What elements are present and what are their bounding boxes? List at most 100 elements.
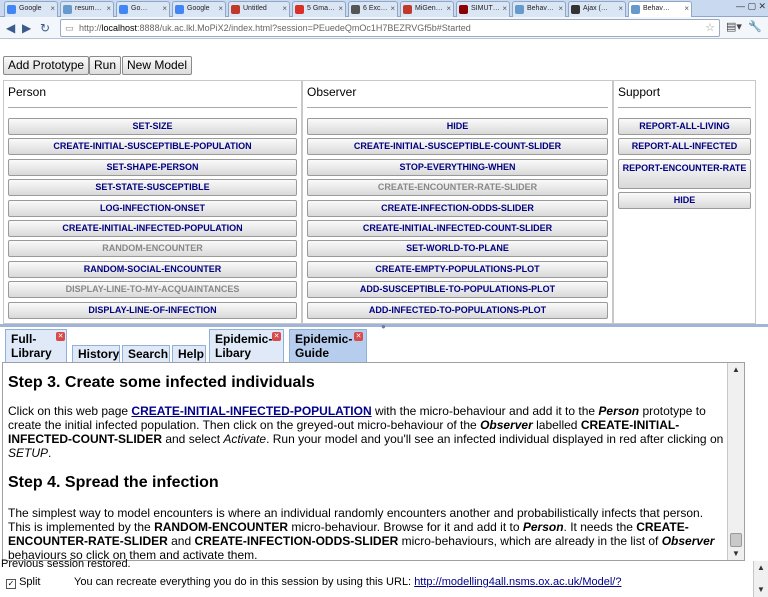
tab-epidemic-guide[interactable]: Epidemic- Guide ✕: [289, 329, 367, 363]
browser-tab-title: Behav…: [527, 5, 554, 12]
browser-tab[interactable]: Behav… ×: [628, 1, 692, 18]
tab-label: Search: [128, 347, 169, 361]
reload-icon[interactable]: ↻: [40, 20, 50, 36]
text: with the micro-behaviour and add it to t…: [371, 404, 599, 418]
micro-behaviour-create-initial-infected-count-slider[interactable]: CREATE-INITIAL-INFECTED-COUNT-SLIDER: [307, 220, 608, 237]
micro-behaviour-report-all-living[interactable]: REPORT-ALL-LIVING: [618, 118, 751, 135]
browser-tab[interactable]: MiGen… ×: [400, 1, 454, 17]
micro-behaviour-create-initial-susceptible-population[interactable]: CREATE-INITIAL-SUSCEPTIBLE-POPULATION: [8, 138, 297, 156]
new-model-button[interactable]: New Model: [122, 56, 193, 75]
bookmark-star-icon[interactable]: ☆: [705, 20, 715, 36]
page-menu-icon[interactable]: ▤▾: [726, 20, 742, 33]
close-tab-icon[interactable]: ×: [106, 2, 111, 16]
tab-search[interactable]: Search: [122, 345, 170, 363]
run-button[interactable]: Run: [89, 56, 122, 75]
micro-behaviour-random-social-encounter[interactable]: RANDOM-SOCIAL-ENCOUNTER: [8, 260, 297, 278]
micro-behaviour-set-state-susceptible[interactable]: SET-STATE-SUSCEPTIBLE: [8, 179, 297, 197]
micro-behaviour-log-infection-onset[interactable]: LOG-INFECTION-ONSET: [8, 199, 297, 217]
micro-behaviour-report-encounter-rate[interactable]: REPORT-ENCOUNTER-RATE: [618, 158, 751, 189]
scroll-thumb[interactable]: [730, 533, 742, 547]
close-tab-icon[interactable]: ×: [338, 2, 343, 16]
forward-icon[interactable]: ▶: [22, 20, 31, 36]
micro-behaviour-display-line-to-my-acquaintances[interactable]: DISPLAY-LINE-TO-MY-ACQUAINTANCES: [8, 281, 297, 299]
status-message: Previous session restored.: [1, 558, 131, 570]
wrench-icon[interactable]: 🔧: [748, 20, 762, 33]
scroll-down-icon[interactable]: ▼: [757, 585, 765, 594]
split-label: Split: [19, 576, 41, 588]
tab-label: Epidemic- Guide: [295, 332, 353, 360]
step-4-paragraph: The simplest way to model encounters is …: [8, 506, 728, 560]
browser-tab-title: Ajax (…: [583, 5, 608, 12]
browser-tab[interactable]: Go… ×: [116, 1, 170, 17]
favicon-icon: [515, 5, 524, 14]
micro-behaviour-display-line-of-infection[interactable]: DISPLAY-LINE-OF-INFECTION: [8, 301, 297, 319]
browser-tab[interactable]: Untitled ×: [228, 1, 290, 17]
browser-tab[interactable]: SIMUT… ×: [456, 1, 510, 17]
micro-behaviour-set-size[interactable]: SET-SIZE: [8, 118, 297, 135]
close-tab-icon[interactable]: ×: [218, 2, 223, 16]
micro-behaviour-add-infected-to-populations-plot[interactable]: ADD-INFECTED-TO-POPULATIONS-PLOT: [307, 301, 608, 319]
close-tab-icon[interactable]: ✕: [56, 332, 65, 341]
micro-behaviour-create-infection-odds-slider[interactable]: CREATE-INFECTION-ODDS-SLIDER: [307, 199, 608, 217]
close-tab-icon[interactable]: ×: [684, 2, 689, 16]
close-tab-icon[interactable]: ×: [558, 2, 563, 16]
close-tab-icon[interactable]: ×: [502, 2, 507, 16]
micro-behaviour-hide[interactable]: HIDE: [618, 191, 751, 209]
page-scrollbar[interactable]: ▲ ▼: [753, 561, 768, 597]
favicon-icon: [175, 5, 184, 14]
tab-history[interactable]: History: [72, 345, 120, 363]
session-url-link[interactable]: http://modelling4all.nsms.ox.ac.uk/Model…: [414, 576, 621, 588]
micro-behaviour-random-encounter[interactable]: RANDOM-ENCOUNTER: [8, 240, 297, 258]
tab-help[interactable]: Help: [172, 345, 206, 363]
micro-behaviour-create-initial-infected-population[interactable]: CREATE-INITIAL-INFECTED-POPULATION: [8, 220, 297, 237]
scroll-up-icon[interactable]: ▲: [757, 563, 765, 572]
close-tab-icon[interactable]: ×: [390, 2, 395, 16]
micro-behaviour-create-encounter-rate-slider[interactable]: CREATE-ENCOUNTER-RATE-SLIDER: [307, 179, 608, 197]
guide-scrollbar[interactable]: ▲ ▼: [727, 363, 744, 560]
back-icon[interactable]: ◀: [6, 20, 15, 36]
scroll-down-icon[interactable]: ▼: [732, 549, 740, 558]
browser-tab[interactable]: Google ×: [172, 1, 226, 17]
favicon-icon: [295, 5, 304, 14]
browser-tab[interactable]: Google ×: [4, 1, 58, 17]
browser-tab[interactable]: resum… ×: [60, 1, 114, 17]
prototype-name: Observer: [661, 534, 715, 548]
text: labelled: [532, 418, 581, 432]
url-prefix: http://: [79, 23, 102, 33]
window-controls[interactable]: — ▢ ✕: [736, 1, 766, 12]
scroll-up-icon[interactable]: ▲: [732, 365, 740, 374]
micro-behaviour-set-shape-person[interactable]: SET-SHAPE-PERSON: [8, 158, 297, 176]
browser-tab[interactable]: Ajax (… ×: [568, 1, 626, 17]
split-checkbox[interactable]: ✓: [6, 579, 16, 589]
close-tab-icon[interactable]: ×: [162, 2, 167, 16]
close-tab-icon[interactable]: ✕: [354, 332, 363, 341]
close-tab-icon[interactable]: ×: [282, 2, 287, 16]
micro-behaviour-hide[interactable]: HIDE: [307, 118, 608, 135]
micro-behaviour-add-susceptible-to-populations-plot[interactable]: ADD-SUSCEPTIBLE-TO-POPULATIONS-PLOT: [307, 281, 608, 299]
address-bar[interactable]: ▭ http://localhost:8888/uk.ac.lkl.MoPiX2…: [60, 19, 720, 37]
close-tab-icon[interactable]: ×: [446, 2, 451, 16]
panel-title: Person: [8, 85, 47, 99]
browser-tab[interactable]: 6 Exc… ×: [348, 1, 398, 17]
favicon-icon: [631, 5, 640, 14]
tab-full-library[interactable]: Full- Library ✕: [5, 329, 67, 363]
micro-behaviour-stop-everything-when[interactable]: STOP-EVERYTHING-WHEN: [307, 158, 608, 176]
micro-behaviour-create-empty-populations-plot[interactable]: CREATE-EMPTY-POPULATIONS-PLOT: [307, 260, 608, 278]
micro-behaviour-set-world-to-plane[interactable]: SET-WORLD-TO-PLANE: [307, 240, 608, 258]
browser-tab[interactable]: Behav… ×: [512, 1, 566, 17]
split-toggle[interactable]: ✓ Split: [6, 576, 40, 589]
browser-tab[interactable]: 5 Gma… ×: [292, 1, 346, 17]
text: . It needs the: [563, 520, 637, 534]
text: micro-behaviours, which are already in t…: [398, 534, 662, 548]
close-tab-icon[interactable]: ×: [50, 2, 55, 16]
panel-title: Observer: [307, 85, 357, 99]
close-tab-icon[interactable]: ✕: [272, 332, 281, 341]
create-initial-infected-population-link[interactable]: CREATE-INITIAL-INFECTED-POPULATION: [131, 404, 371, 418]
browser-tab-title: resum…: [75, 5, 102, 12]
add-prototype-button[interactable]: Add Prototype: [3, 56, 90, 75]
browser-tab-title: Go…: [131, 5, 148, 12]
micro-behaviour-create-initial-susceptible-count-slider[interactable]: CREATE-INITIAL-SUSCEPTIBLE-COUNT-SLIDER: [307, 138, 608, 156]
tab-epidemic-library[interactable]: Epidemic- Libary ✕: [209, 329, 284, 363]
micro-behaviour-report-all-infected[interactable]: REPORT-ALL-INFECTED: [618, 138, 751, 156]
close-tab-icon[interactable]: ×: [618, 2, 623, 16]
